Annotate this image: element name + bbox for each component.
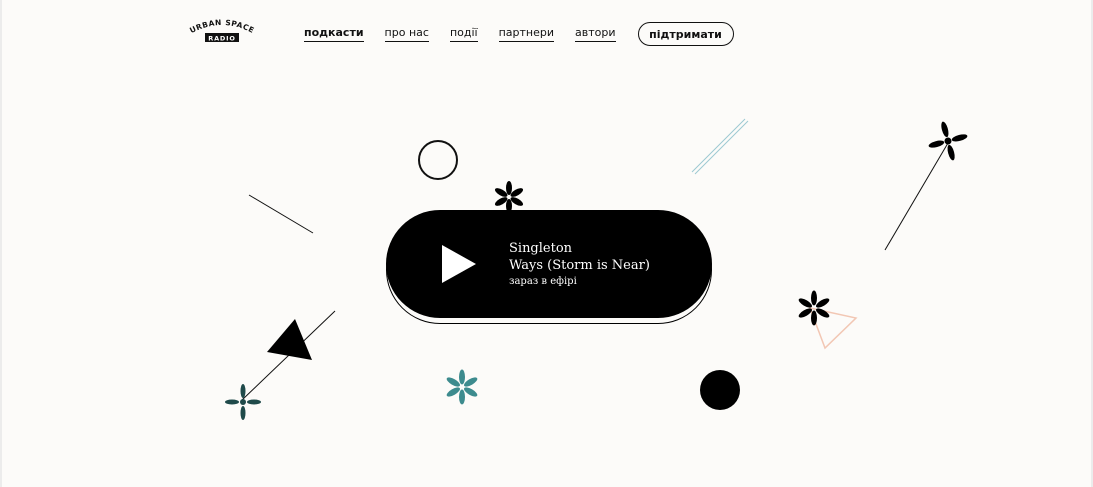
circle-outline-shape (418, 140, 458, 180)
asterisk-shape-right (798, 290, 830, 326)
sparkle-black-shape (928, 121, 968, 161)
track-title: Ways (Storm is Near) (509, 258, 650, 273)
circle-filled-shape (700, 370, 740, 410)
double-line-shape (691, 118, 749, 175)
on-air-status: зараз в ефірі (509, 276, 577, 287)
triangle-outline-shape (808, 306, 858, 350)
play-icon (442, 245, 476, 283)
sparkle-teal-shape (225, 384, 261, 420)
asterisk-teal-shape (446, 369, 478, 405)
play-button[interactable] (436, 242, 480, 286)
track-artist: Singleton (509, 241, 573, 256)
radio-player[interactable]: Singleton Ways (Storm is Near) зараз в е… (386, 210, 712, 318)
diagonal-line-shape (884, 142, 949, 251)
thin-line-shape (248, 194, 314, 234)
asterisk-shape-top (494, 181, 524, 213)
